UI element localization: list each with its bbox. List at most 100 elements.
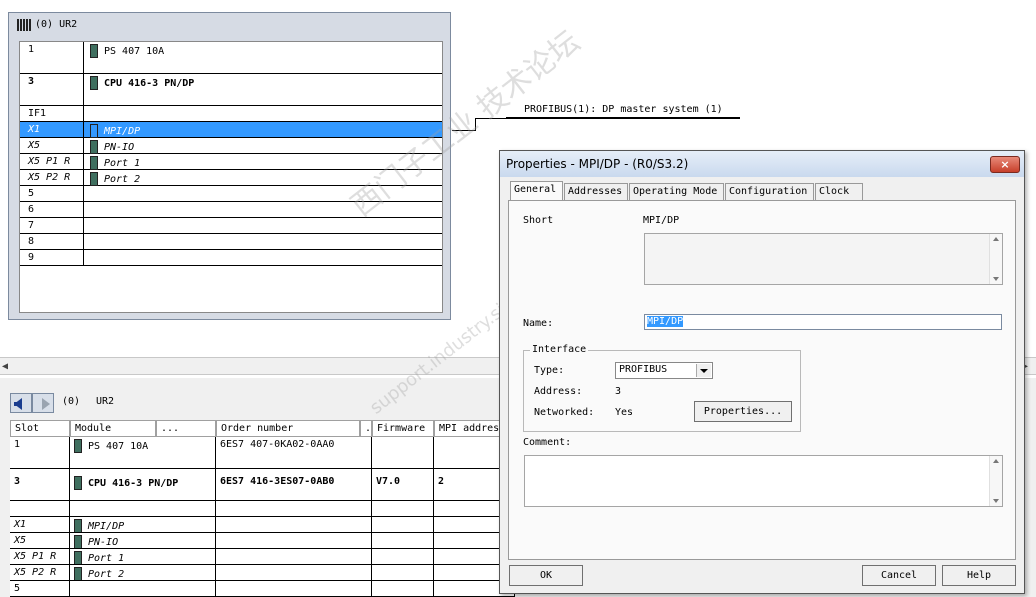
cell-text: Port 2 (88, 569, 125, 580)
back-button[interactable] (10, 393, 32, 413)
profibus-label[interactable]: PROFIBUS(1): DP master system (1) (524, 104, 723, 115)
module-icon (74, 567, 82, 580)
column-header[interactable]: Module (70, 420, 156, 437)
name-field[interactable]: MPI/DP (644, 314, 1002, 330)
scroll-down-icon[interactable] (993, 277, 999, 281)
cell-text: V7.0 (376, 476, 401, 487)
cell-text: PN-IO (88, 537, 119, 548)
tab-operating-mode[interactable]: Operating Mode (629, 183, 724, 200)
scrollbar[interactable] (989, 456, 1002, 506)
column-header[interactable]: ... (360, 420, 383, 437)
table-row[interactable]: X1 MPI/DP (10, 517, 515, 533)
rack-module-cell (84, 218, 442, 235)
interface-legend: Interface (530, 344, 589, 355)
rack-row[interactable]: 3 CPU 416-3 PN/DP (20, 74, 442, 106)
scrollbar[interactable] (989, 234, 1002, 284)
short-description-area[interactable] (644, 233, 1003, 285)
table-row[interactable]: X5 P2 R Port 2 (10, 565, 515, 581)
dialog-title: Properties - MPI/DP - (R0/S3.2) (506, 157, 689, 171)
cell-firmware (372, 437, 434, 468)
rack-row[interactable]: X5 PN-IO (20, 138, 442, 154)
name-label: Name: (523, 318, 554, 329)
rack-module: CPU 416-3 PN/DP (104, 78, 195, 89)
scroll-up-icon[interactable] (993, 237, 999, 241)
rack-module-cell: CPU 416-3 PN/DP (84, 74, 442, 107)
column-header[interactable]: Order number (216, 420, 360, 437)
close-button[interactable]: × (990, 156, 1020, 173)
table-row[interactable]: 5 (10, 581, 515, 597)
tab-configuration[interactable]: Configuration (725, 183, 814, 200)
cell-order (216, 517, 372, 532)
cell-firmware (372, 549, 434, 564)
table-row[interactable]: X5 P1 R Port 1 (10, 549, 515, 565)
table-row[interactable]: 3 CPU 416-3 PN/DP 6ES7 416-3ES07-0AB0 V7.0 2 (10, 469, 515, 501)
rack-row[interactable]: IF1 (20, 106, 442, 122)
cell-module: MPI/DP (70, 517, 216, 532)
rack-module-cell (84, 250, 442, 267)
cell-text: X5 P1 R (14, 551, 57, 562)
name-value: MPI/DP (647, 316, 684, 327)
module-icon (74, 519, 82, 532)
type-label: Type: (534, 365, 565, 376)
cell-firmware: V7.0 (372, 469, 434, 500)
short-value: MPI/DP (643, 215, 680, 226)
rack-row[interactable]: 7 (20, 218, 442, 234)
rack-slot: 8 (20, 234, 84, 249)
properties-button[interactable]: Properties... (694, 401, 792, 422)
rack-module-cell (84, 106, 442, 123)
cancel-button[interactable]: Cancel (862, 565, 936, 586)
cell-text: 6ES7 407-0KA02-0AA0 (220, 439, 335, 450)
scroll-left-icon[interactable]: ◀ (2, 361, 8, 372)
comment-field[interactable] (524, 455, 1003, 507)
properties-dialog: Properties - MPI/DP - (R0/S3.2) × Genera… (499, 150, 1025, 594)
cell-order (216, 581, 372, 596)
cell-text: 5 (14, 583, 21, 594)
rack-row[interactable]: 1 PS 407 10A (20, 42, 442, 74)
forward-button[interactable] (32, 393, 54, 413)
rack-slot: 1 (20, 42, 84, 73)
rack-module: Port 2 (104, 174, 141, 185)
tab-clock[interactable]: Clock (815, 183, 863, 200)
rack-slot: X5 P2 R (20, 170, 84, 185)
module-icon (74, 551, 82, 564)
cell-text: 3 (14, 476, 21, 487)
dialog-title-bar[interactable]: Properties - MPI/DP - (R0/S3.2) × (500, 151, 1024, 177)
cell-module: Port 2 (70, 565, 216, 580)
type-select[interactable]: PROFIBUS (615, 362, 713, 379)
cell-text: PS 407 10A (88, 441, 149, 452)
type-value: PROFIBUS (619, 364, 668, 375)
cell-firmware (372, 517, 434, 532)
networked-value: Yes (615, 407, 634, 418)
cell-firmware (372, 533, 434, 548)
rack-module-cell (84, 234, 442, 251)
column-header[interactable]: Firmware (372, 420, 434, 437)
tab-general[interactable]: General (510, 181, 563, 201)
scroll-up-icon[interactable] (993, 459, 999, 463)
tab-panel-general: Short MPI/DP Name: MPI/DP Interface Type… (508, 200, 1016, 560)
column-header[interactable]: Slot (10, 420, 70, 437)
table-row[interactable]: X5 PN-IO (10, 533, 515, 549)
cell-text: X1 (14, 519, 27, 530)
column-header[interactable]: ... (156, 420, 216, 437)
rack-row[interactable]: 9 (20, 250, 442, 266)
cell-slot: 1 (10, 437, 70, 468)
profibus-line[interactable] (506, 117, 740, 119)
ok-button[interactable]: OK (509, 565, 583, 586)
module-icon (74, 476, 82, 490)
rack-module: PN-IO (104, 142, 135, 153)
rack-label: UR2 (96, 396, 115, 407)
table-row[interactable]: 1 PS 407 10A 6ES7 407-0KA02-0AA0 (10, 437, 515, 469)
rack-row[interactable]: X1 MPI/DP (20, 122, 442, 138)
table-row[interactable]: IF1 (10, 501, 515, 519)
scroll-down-icon[interactable] (993, 499, 999, 503)
rack-slot: 6 (20, 202, 84, 217)
tab-addresses[interactable]: Addresses (564, 183, 628, 200)
rack-row[interactable]: 8 (20, 234, 442, 250)
cell-order (216, 533, 372, 548)
rack-icon (17, 19, 31, 31)
cell-text: X5 P2 R (14, 567, 57, 578)
help-button[interactable]: Help (942, 565, 1016, 586)
chevron-down-icon[interactable] (696, 364, 711, 377)
cell-slot: X5 P1 R (10, 549, 70, 564)
cell-text: 6ES7 416-3ES07-0AB0 (220, 476, 335, 487)
